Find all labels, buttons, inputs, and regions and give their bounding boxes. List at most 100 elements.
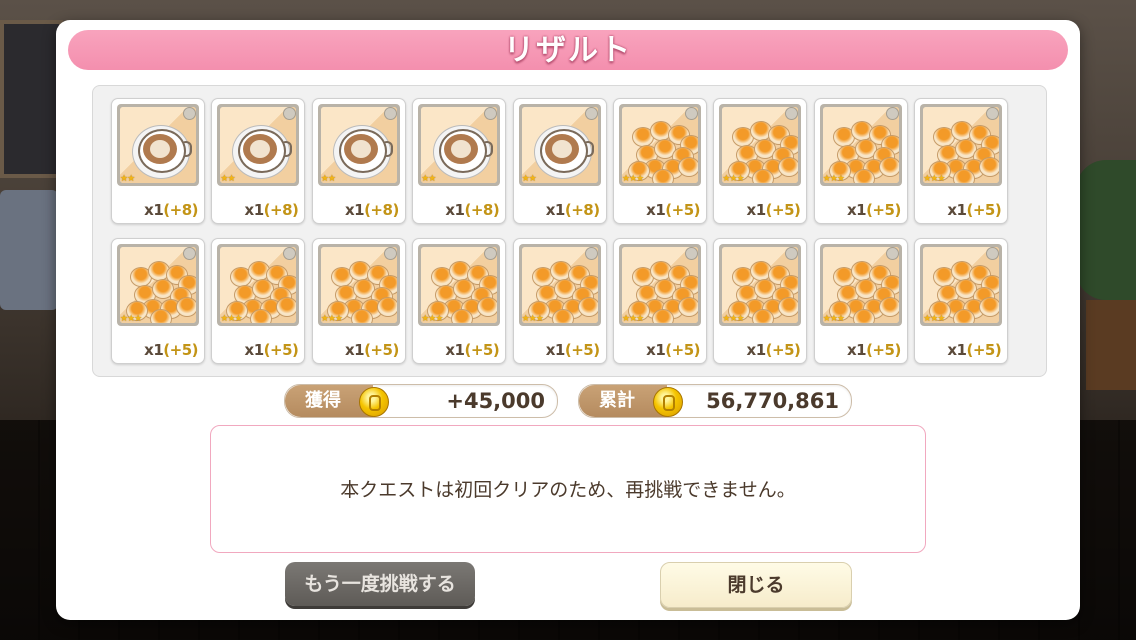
- reward-card[interactable]: ★★★ x1(+5): [211, 238, 306, 364]
- item-quantity: x1(+5): [546, 341, 600, 359]
- rarity-stars: ★★★: [622, 174, 644, 184]
- quantity-count: x1: [344, 341, 365, 359]
- item-quantity: x1(+8): [546, 201, 600, 219]
- quantity-count: x1: [746, 201, 767, 219]
- rarity-stars: ★★★: [923, 314, 945, 324]
- rarity-stars: ★★: [120, 174, 135, 184]
- sweet-buns-item-icon: ★★★: [217, 244, 300, 326]
- bun: [953, 309, 976, 323]
- reward-card[interactable]: ★★★ x1(+5): [813, 98, 908, 224]
- info-icon[interactable]: [685, 247, 698, 260]
- latte-item-icon: ★★: [217, 104, 300, 186]
- reward-card[interactable]: ★★ x1(+8): [211, 98, 306, 224]
- sweet-buns-item-icon: ★★★: [719, 244, 802, 326]
- quantity-bonus: (+5): [765, 201, 801, 219]
- bun: [852, 169, 875, 183]
- bun: [176, 297, 196, 317]
- close-button[interactable]: 閉じる: [660, 562, 852, 608]
- quantity-count: x1: [545, 201, 566, 219]
- quantity-bonus: (+5): [665, 341, 700, 359]
- rarity-stars: ★★★: [521, 314, 544, 324]
- item-quantity: x1(+5): [646, 201, 700, 219]
- reward-card[interactable]: ★★★ x1(+5): [914, 238, 1009, 364]
- item-quantity: x1(+5): [947, 341, 1001, 359]
- info-icon[interactable]: [183, 107, 196, 120]
- total-value: 56,770,861: [706, 389, 839, 413]
- background-barrel: [1086, 300, 1136, 390]
- item-quantity: x1(+5): [245, 341, 299, 359]
- bun: [878, 297, 899, 317]
- sweet-buns-item-icon: ★★★: [619, 244, 701, 326]
- retry-button[interactable]: もう一度挑戦する: [285, 562, 475, 606]
- bun: [678, 297, 698, 317]
- item-quantity: x1(+5): [345, 341, 399, 359]
- rarity-stars: ★★: [320, 174, 336, 184]
- reward-card[interactable]: ★★★ x1(+5): [111, 238, 205, 364]
- sweet-buns-item-icon: ★★★: [518, 244, 601, 326]
- quantity-bonus: (+5): [665, 201, 700, 219]
- item-quantity: x1(+5): [144, 341, 198, 359]
- info-icon[interactable]: [885, 247, 899, 260]
- quantity-bonus: (+5): [765, 341, 801, 359]
- background-fountain: [0, 190, 58, 310]
- info-icon[interactable]: [584, 247, 598, 260]
- rarity-stars: ★★★: [722, 174, 744, 184]
- quantity-count: x1: [244, 341, 265, 359]
- info-icon[interactable]: [183, 247, 196, 260]
- info-icon[interactable]: [383, 247, 397, 260]
- rarity-stars: ★★★: [722, 314, 744, 324]
- quantity-bonus: (+8): [364, 201, 399, 219]
- quantity-bonus: (+5): [966, 341, 1002, 359]
- item-quantity: x1(+8): [445, 201, 499, 219]
- message-box: 本クエストは初回クリアのため、再挑戦できません。: [210, 425, 926, 553]
- reward-card[interactable]: ★★★ x1(+5): [813, 238, 908, 364]
- item-quantity: x1(+8): [144, 201, 198, 219]
- reward-row: ★★★ x1(+5) ★★★ x1(+5) ★★★ x1(+5) ★★★ x1(+5) ★★★ x…: [111, 238, 1013, 364]
- reward-card[interactable]: ★★★ x1(+5): [713, 98, 808, 224]
- info-icon[interactable]: [885, 107, 899, 120]
- bun: [477, 297, 498, 317]
- reward-card[interactable]: ★★★ x1(+5): [412, 238, 507, 364]
- sweet-buns-item-icon: ★★★: [920, 104, 1003, 186]
- quantity-count: x1: [646, 201, 666, 219]
- quantity-count: x1: [646, 341, 666, 359]
- latte-item-icon: ★★: [117, 104, 199, 186]
- info-icon[interactable]: [685, 107, 698, 120]
- reward-card[interactable]: ★★ x1(+8): [311, 98, 406, 224]
- quantity-count: x1: [545, 341, 566, 359]
- reward-card[interactable]: ★★★ x1(+5): [311, 238, 406, 364]
- reward-card[interactable]: ★★★ x1(+5): [713, 238, 808, 364]
- item-quantity: x1(+5): [747, 201, 801, 219]
- rarity-stars: ★★★: [923, 174, 945, 184]
- info-icon[interactable]: [383, 107, 397, 120]
- reward-card[interactable]: ★★★ x1(+5): [914, 98, 1009, 224]
- item-quantity: x1(+5): [646, 341, 700, 359]
- quantity-count: x1: [344, 201, 365, 219]
- sweet-buns-item-icon: ★★★: [418, 244, 501, 326]
- bun: [678, 157, 698, 177]
- latte-art: [551, 140, 572, 158]
- reward-card[interactable]: ★★★ x1(+5): [613, 98, 707, 224]
- reward-card[interactable]: ★★ x1(+8): [412, 98, 507, 224]
- quantity-count: x1: [947, 201, 967, 219]
- quantity-bonus: (+5): [866, 201, 901, 219]
- reward-card[interactable]: ★★ x1(+8): [111, 98, 205, 224]
- latte-item-icon: ★★: [317, 104, 400, 186]
- item-quantity: x1(+5): [847, 341, 901, 359]
- quantity-bonus: (+5): [866, 341, 901, 359]
- reward-card[interactable]: ★★★ x1(+5): [512, 238, 607, 364]
- item-quantity: x1(+5): [445, 341, 499, 359]
- background-window: [0, 20, 63, 178]
- reward-card[interactable]: ★★ x1(+8): [512, 98, 607, 224]
- rarity-stars: ★★★: [822, 174, 845, 184]
- quantity-count: x1: [445, 341, 465, 359]
- reward-grid-panel[interactable]: ★★ x1(+8) ★★ x1(+8) ★★ x1(+8) ★★ x1(+8) ★★ x1(+8)…: [92, 85, 1047, 377]
- reward-card[interactable]: ★★★ x1(+5): [613, 238, 707, 364]
- item-art: [521, 107, 598, 183]
- bun: [778, 297, 799, 317]
- sweet-buns-item-icon: ★★★: [619, 104, 701, 186]
- info-icon[interactable]: [584, 107, 598, 120]
- message-text: 本クエストは初回クリアのため、再挑戦できません。: [340, 479, 796, 501]
- item-art: [521, 247, 598, 323]
- bun: [652, 309, 674, 323]
